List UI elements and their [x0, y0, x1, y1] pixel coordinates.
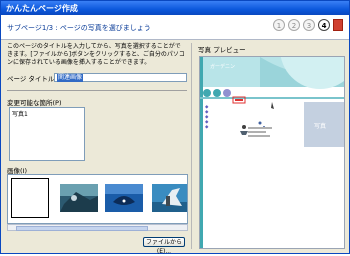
- divider: [7, 90, 187, 91]
- image-thumb-whale[interactable]: [152, 178, 188, 218]
- image-thumb-ray[interactable]: [105, 178, 143, 218]
- image-gallery: [7, 174, 188, 224]
- step-1: 1: [273, 19, 285, 31]
- preview-side-links: ◆ ◆ ◆ ◆ ◆: [205, 105, 208, 130]
- step-indicator: 1 2 3 4: [273, 19, 343, 31]
- panel-separator: [191, 43, 192, 249]
- preview-banner-text: ガーデニン: [210, 64, 236, 70]
- preview-canvas: [200, 57, 344, 248]
- step-4-current: 4: [318, 19, 330, 31]
- step-subtitle: サブページ1/3 : ページの写真を選びましょう: [7, 24, 151, 32]
- title-bar[interactable]: かんたんページ作成: [1, 1, 349, 15]
- page-title-input[interactable]: 関連画像: [54, 73, 187, 82]
- window-title: かんたんページ作成: [6, 4, 78, 13]
- editable-area-label: 変更可能な箇所(P): [7, 99, 62, 107]
- editable-area-list[interactable]: 写真1: [9, 107, 85, 161]
- wizard-header: サブページ1/3 : ページの写真を選びましょう 1 2 3 4: [1, 15, 349, 40]
- from-file-button[interactable]: ファイルから(E)...: [143, 237, 185, 255]
- photo-preview: ガーデニン ◆ ◆ ◆ ◆ ◆ 写真: [199, 56, 345, 249]
- instructions-text: このページのタイトルを入力してから、写真を選択することができます。[ファイルから…: [7, 43, 185, 66]
- image-thumb-diver[interactable]: [60, 178, 98, 218]
- side-link: ◆: [205, 125, 209, 130]
- help-icon[interactable]: [333, 19, 343, 31]
- step-2: 2: [288, 19, 300, 31]
- editable-area-item[interactable]: 写真1: [12, 109, 28, 118]
- gallery-scrollbar[interactable]: [7, 224, 188, 231]
- wizard-window: かんたんページ作成 サブページ1/3 : ページの写真を選びましょう 1 2 3…: [0, 0, 350, 255]
- preview-label: 写真 プレビュー: [198, 46, 246, 54]
- left-panel: このページのタイトルを入力してから、写真を選択することができます。[ファイルから…: [4, 41, 189, 255]
- image-thumb-blank-selected[interactable]: [11, 178, 49, 218]
- preview-photo-placeholder: 写真: [314, 123, 327, 130]
- gallery-scroll-thumb[interactable]: [16, 226, 148, 231]
- step-3: 3: [303, 19, 315, 31]
- page-title-value: 関連画像: [57, 74, 84, 82]
